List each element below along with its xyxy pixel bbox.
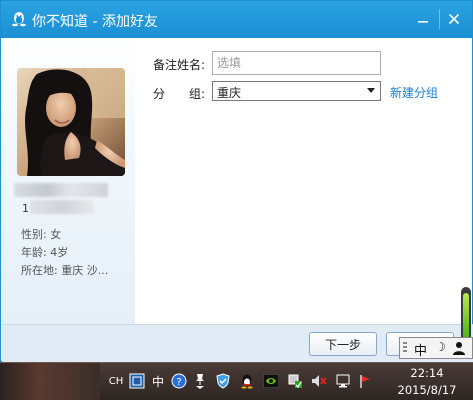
window-title: 你不知道 - 添加好友 — [32, 14, 158, 30]
remark-input[interactable] — [212, 51, 381, 75]
ime-width-toggle[interactable]: ☽ — [435, 340, 446, 354]
chevron-down-icon — [367, 88, 375, 93]
new-group-link[interactable]: 新建分组 — [390, 84, 438, 101]
location-text: 所在地: 重庆 沙... — [21, 264, 109, 277]
volume-muted-icon[interactable] — [310, 372, 328, 390]
qq-icon[interactable] — [238, 372, 256, 390]
avatar-photo — [17, 68, 125, 176]
ime-grip-handle[interactable] — [403, 342, 407, 354]
gender-text: 性别: 女 — [21, 228, 62, 241]
shield-icon[interactable] — [214, 372, 232, 390]
help-icon[interactable]: ? — [170, 372, 188, 390]
avatar[interactable] — [17, 68, 125, 176]
group-select[interactable]: 重庆 — [212, 81, 381, 101]
security-icon[interactable] — [286, 372, 304, 390]
person-icon[interactable] — [452, 341, 466, 355]
qq-number: 1 — [22, 202, 29, 215]
title-bar-separator — [439, 9, 440, 29]
qq-penguin-icon — [12, 12, 26, 27]
action-center-flag-icon[interactable] — [356, 372, 374, 390]
add-friend-dialog: 你不知道 - 添加好友 1 性别: 女 年龄: 4岁 所在地: 重庆 沙... … — [0, 0, 473, 362]
network-icon[interactable] — [334, 372, 352, 390]
clock-time: 22:14 — [410, 366, 444, 380]
nickname-redacted — [14, 183, 108, 197]
qq-number-redacted — [30, 200, 94, 214]
remark-label: 备注姓名: — [153, 58, 206, 72]
profile-panel: 1 性别: 女 年龄: 4岁 所在地: 重庆 沙... — [2, 38, 135, 325]
minimize-button[interactable] — [411, 7, 435, 31]
taskbar-app-area — [0, 363, 100, 400]
nvidia-icon[interactable] — [262, 372, 280, 390]
clock-date: 2015/8/17 — [397, 383, 457, 397]
title-bar[interactable]: 你不知道 - 添加好友 — [1, 1, 472, 38]
age-text: 年龄: 4岁 — [21, 246, 69, 259]
close-button[interactable] — [442, 7, 466, 31]
group-label: 分 组: — [153, 87, 206, 101]
minimize-icon — [418, 21, 428, 23]
keyboard-icon[interactable] — [128, 372, 146, 390]
next-button[interactable]: 下一步 — [309, 332, 377, 356]
svg-text:?: ? — [176, 377, 181, 388]
taskbar: CH 中 ? 22:14 2015/8/17 — [0, 362, 473, 400]
group-select-value: 重庆 — [217, 86, 242, 100]
clock[interactable]: 22:14 2015/8/17 — [384, 365, 470, 399]
ime-mode-indicator[interactable]: 中 — [149, 372, 167, 390]
side-scroll-fill — [463, 293, 469, 339]
ime-language-toggle[interactable]: 中 — [414, 340, 427, 359]
close-icon — [448, 13, 460, 25]
pin-icon[interactable] — [192, 372, 208, 390]
ime-toolbar[interactable]: 中 ☽ — [399, 337, 473, 359]
language-indicator[interactable]: CH — [107, 372, 125, 390]
